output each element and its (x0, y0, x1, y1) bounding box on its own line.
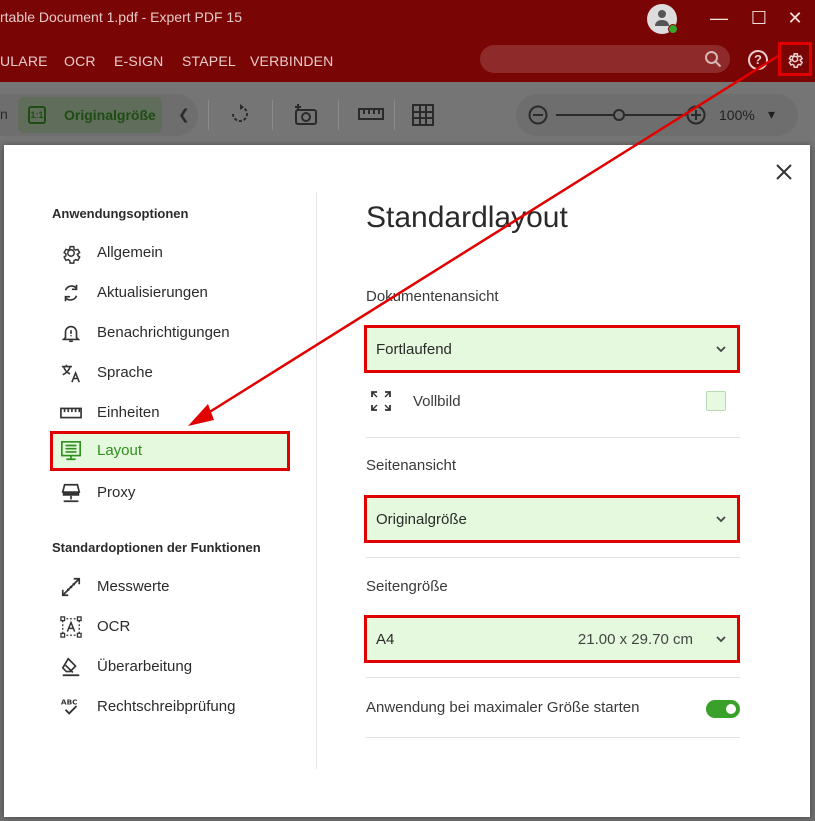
sidebar-item-layout[interactable]: Layout (50, 431, 290, 471)
sidebar-item-benachrichtigungen[interactable]: Benachrichtigungen (50, 313, 290, 353)
sidebar-item-label: Allgemein (97, 244, 163, 261)
page-title: Standardlayout (366, 201, 568, 234)
chevron-down-icon (716, 636, 726, 643)
page-view-select[interactable]: Originalgröße (364, 495, 740, 543)
sidebar-item-label: Messwerte (97, 578, 170, 595)
page-size-select[interactable]: A4 21.00 x 29.70 cm (364, 615, 740, 663)
sidebar-item-label: OCR (97, 618, 131, 635)
sidebar-item-aktualisierungen[interactable]: Aktualisierungen (50, 273, 290, 313)
document-view-value: Fortlaufend (376, 341, 452, 358)
view-toolbar: n 1:1 Originalgröße ❮ 100% ▾ (0, 82, 815, 150)
rotate-icon[interactable] (230, 104, 250, 124)
document-view-label: Dokumentenansicht (366, 288, 499, 305)
sidebar-item-rechtschreibpruefung[interactable]: ABC Rechtschreibprüfung (50, 687, 290, 727)
measure-icon (61, 577, 81, 597)
bell-icon (61, 325, 81, 343)
sidebar-item-label: Layout (97, 442, 143, 459)
row-divider (366, 677, 740, 678)
original-size-label: Originalgröße (64, 107, 156, 123)
gear-icon (63, 245, 81, 264)
page-view-value: Originalgröße (376, 511, 467, 528)
section-heading-app-options: Anwendungsoptionen (52, 206, 189, 221)
menu-formulare[interactable]: ULARE (0, 53, 48, 69)
sidebar-item-label: Sprache (97, 364, 153, 381)
chevron-down-icon (716, 516, 726, 523)
fullscreen-checkbox[interactable] (706, 391, 726, 411)
ruler-icon[interactable] (358, 108, 384, 120)
sidebar-item-label: Überarbeitung (97, 658, 193, 675)
menu-bar: ULARE OCR E-SIGN STAPEL VERBINDEN ? (0, 38, 815, 82)
refresh-icon (64, 284, 78, 302)
account-avatar[interactable] (647, 4, 678, 34)
sidebar-item-ocr[interactable]: OCR (50, 607, 290, 647)
zoom-level[interactable]: 100% (719, 107, 755, 123)
chevron-down-icon (716, 346, 726, 353)
settings-button[interactable] (778, 42, 812, 76)
search-icon (705, 51, 722, 68)
sidebar-item-messwerte[interactable]: Messwerte (50, 567, 290, 607)
start-maximized-toggle[interactable] (706, 700, 740, 718)
actual-size-icon: 1:1 (28, 106, 46, 124)
document-view-select[interactable]: Fortlaufend (364, 325, 740, 373)
sidebar-item-label: Einheiten (97, 404, 160, 421)
zoom-slider-handle[interactable] (613, 109, 625, 121)
toggle-thumb (726, 704, 736, 714)
zoom-out-icon[interactable] (528, 105, 548, 125)
menu-verbinden[interactable]: VERBINDEN (250, 53, 333, 69)
sidebar-item-label: Aktualisierungen (97, 284, 208, 301)
spellcheck-icon: ABC (61, 697, 78, 715)
view-mode-group: n 1:1 Originalgröße ❮ (0, 94, 198, 136)
title-bar: rtable Document 1.pdf - Expert PDF 15 — … (0, 0, 815, 38)
zoom-control: 100% ▾ (516, 94, 798, 136)
page-size-label: Seitengröße (366, 578, 448, 595)
sidebar-item-label: Proxy (97, 484, 136, 501)
search-input[interactable] (480, 45, 730, 73)
start-maximized-label: Anwendung bei maximaler Größe starten (366, 699, 640, 716)
section-heading-feature-defaults: Standardoptionen der Funktionen (52, 540, 261, 555)
sidebar-item-proxy[interactable]: Proxy (50, 473, 290, 513)
chevron-left-icon[interactable]: ❮ (178, 106, 190, 123)
menu-esign[interactable]: E-SIGN (114, 53, 163, 69)
minimize-button[interactable]: — (706, 6, 732, 30)
fullscreen-label: Vollbild (413, 393, 461, 410)
page-size-value: A4 (376, 631, 395, 648)
settings-dialog: Anwendungsoptionen Allgemein Aktualisier… (4, 145, 810, 817)
menu-stapel[interactable]: STAPEL (182, 53, 236, 69)
sidebar-item-label: Rechtschreibprüfung (97, 698, 236, 715)
sidebar-divider (316, 192, 317, 769)
ocr-icon (60, 616, 82, 638)
sidebar-item-einheiten[interactable]: Einheiten (50, 393, 290, 433)
proxy-icon (61, 483, 81, 503)
close-dialog-button[interactable] (772, 160, 796, 184)
page-view-label: Seitenansicht (366, 457, 457, 474)
chevron-down-icon[interactable]: ▾ (768, 106, 775, 123)
layout-icon (61, 441, 81, 461)
grid-icon[interactable] (412, 104, 434, 126)
zoom-in-icon[interactable] (686, 105, 706, 125)
maximize-button[interactable]: ☐ (746, 6, 772, 30)
translate-icon (61, 364, 80, 383)
sidebar-item-ueberarbeitung[interactable]: Überarbeitung (50, 647, 290, 687)
sidebar-item-label: Benachrichtigungen (97, 324, 230, 341)
user-icon (655, 10, 669, 26)
ruler-icon (60, 407, 82, 419)
original-size-button[interactable]: 1:1 Originalgröße (18, 97, 162, 133)
toolbar-partial-label: n (0, 106, 8, 122)
menu-ocr[interactable]: OCR (64, 53, 96, 69)
sidebar-item-allgemein[interactable]: Allgemein (50, 233, 290, 273)
svg-text:ABC: ABC (61, 697, 78, 706)
window-title: rtable Document 1.pdf - Expert PDF 15 (0, 9, 242, 25)
page-size-dimensions: 21.00 x 29.70 cm (577, 631, 693, 648)
eraser-icon (61, 657, 80, 677)
snapshot-icon[interactable] (294, 104, 318, 126)
row-divider (366, 557, 740, 558)
fullscreen-icon (371, 391, 391, 411)
help-button[interactable]: ? (748, 50, 768, 70)
gear-icon (788, 53, 804, 68)
row-divider (366, 437, 740, 438)
close-window-button[interactable]: ✕ (782, 6, 808, 30)
sidebar-item-sprache[interactable]: Sprache (50, 353, 290, 393)
online-status-dot (668, 24, 678, 34)
row-divider (366, 737, 740, 738)
